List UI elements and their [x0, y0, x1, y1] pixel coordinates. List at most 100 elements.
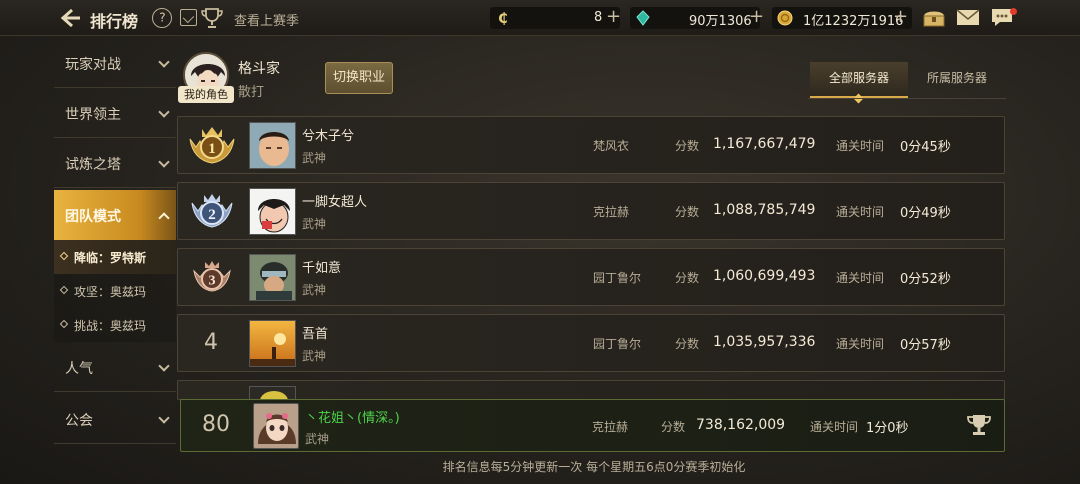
currency-box-gold: 1亿1232万1916: [772, 7, 912, 29]
sidebar-item-label: 玩家对战: [65, 57, 121, 73]
my-character-class: 散打: [238, 85, 265, 100]
sidebar-item-label: 团队模式: [65, 209, 121, 225]
sidebar: 玩家对战 世界领主 试炼之塔 团队模式 降临：罗特斯 攻坚：奥兹玛 挑战：奥兹玛…: [54, 36, 176, 456]
switch-class-button[interactable]: 切换职业: [325, 62, 393, 94]
sidebar-item-team-mode[interactable]: 团队模式: [54, 190, 176, 240]
player-class: 武神: [302, 217, 327, 231]
score-value: 1,060,699,493: [713, 268, 816, 284]
add-gem-button[interactable]: +: [749, 6, 764, 27]
sub-item-label: 攻坚：奥兹玛: [74, 285, 147, 299]
child-photo-icon: [250, 123, 295, 168]
player-avatar[interactable]: [249, 386, 296, 399]
bronze-rank-medal-icon: 3: [193, 261, 231, 292]
table-row[interactable]: 2 一脚女超人 武神 克拉赫 分数 1,088,785,749 通关时间 0分4…: [177, 182, 1005, 240]
server-name: 梵风衣: [593, 139, 630, 153]
calendar-icon[interactable]: [180, 9, 197, 26]
player-name: 吾首: [302, 327, 329, 342]
sidebar-item-label: 公会: [65, 413, 93, 429]
svg-text:₵: ₵: [498, 11, 508, 27]
sidebar-item-label: 世界领主: [65, 107, 121, 123]
sidebar-item-label: 人气: [65, 361, 93, 377]
player-name: 千如意: [302, 261, 342, 276]
doll-portrait-icon: [254, 404, 298, 448]
my-player-avatar[interactable]: [253, 403, 299, 449]
silver-rank-medal-icon: 2: [191, 194, 233, 228]
sidebar-item-pvp[interactable]: 玩家对战: [54, 38, 176, 88]
chest-icon[interactable]: [921, 6, 947, 30]
sidebar-item-world-boss[interactable]: 世界领主: [54, 88, 176, 138]
score-value: 1,035,957,336: [713, 334, 816, 350]
clear-time-value: 0分49秒: [900, 206, 951, 221]
help-icon[interactable]: ?: [147, 3, 177, 33]
my-character-badge: 我的角色: [178, 86, 234, 103]
rank-number: 2: [208, 207, 216, 223]
currency-gold-value: 1亿1232万1916: [803, 14, 904, 29]
score-label: 分数: [675, 205, 700, 219]
clear-time-value: 0分52秒: [900, 272, 951, 287]
clear-time-label: 通关时间: [836, 139, 885, 153]
tab-all-servers[interactable]: 全部服务器: [810, 62, 908, 98]
table-row[interactable]: 4 吾首 武神 园丁鲁尔 分数 1,035,957,336 通关时间 0分57秒: [177, 314, 1005, 372]
top-bar: 排行榜 ? 查看上赛季 ₵ 8 + 90万1306 + 1亿1232万1916 …: [0, 0, 1080, 36]
player-avatar[interactable]: [249, 122, 296, 169]
score-label: 分数: [675, 271, 700, 285]
score-value: 1,088,785,749: [713, 202, 816, 218]
score-value: 1,167,667,479: [713, 136, 816, 152]
clear-time-label: 通关时间: [836, 205, 885, 219]
trophy-icon[interactable]: [200, 7, 224, 29]
tab-divider: [808, 98, 1006, 99]
tab-my-server[interactable]: 所属服务器: [908, 62, 1006, 98]
add-gold-button[interactable]: +: [893, 6, 908, 27]
clear-time-value: 0分45秒: [900, 140, 951, 155]
my-rank-row[interactable]: 80 丶花姐丶(情深。) 武神 克拉赫 分数 738,162,009 通关时间 …: [180, 399, 1005, 452]
diamond-bullet-icon: [59, 251, 69, 261]
sub-item-label: 降临：罗特斯: [74, 251, 147, 265]
sunset-photo-icon: [250, 321, 295, 366]
gold-rank-medal-icon: 1: [189, 127, 235, 164]
clear-time-label: 通关时间: [836, 271, 885, 285]
page-title: 排行榜: [90, 12, 139, 31]
sidebar-item-trial-tower[interactable]: 试炼之塔: [54, 138, 176, 188]
help-label: ?: [159, 10, 166, 25]
clear-time-value: 0分57秒: [900, 338, 951, 353]
rank-number: 1: [208, 141, 216, 157]
sub-item-assault-ozma[interactable]: 攻坚：奥兹玛: [54, 274, 176, 308]
player-avatar[interactable]: [249, 320, 296, 367]
server-name: 园丁鲁尔: [593, 271, 642, 285]
rank-number: 4: [204, 330, 218, 355]
clear-time-label: 通关时间: [810, 420, 859, 434]
sidebar-item-guild[interactable]: 公会: [54, 394, 176, 444]
add-c-button[interactable]: +: [606, 6, 621, 27]
trophy-icon[interactable]: [966, 413, 992, 437]
table-row[interactable]: 1 兮木子兮 武神 梵风衣 分数 1,167,667,479 通关时间 0分45…: [177, 116, 1005, 174]
table-row[interactable]: [177, 380, 1005, 400]
table-row[interactable]: 3 千如意 武神 园丁鲁尔 分数 1,060,699,493 通关时间 0分52…: [177, 248, 1005, 306]
my-rank-number: 80: [202, 412, 230, 437]
update-info-note: 排名信息每5分钟更新一次 每个星期五6点0分赛季初始化: [442, 460, 746, 474]
notification-dot: [1010, 8, 1017, 15]
chevron-down-icon: [158, 156, 170, 168]
my-score-value: 738,162,009: [696, 417, 786, 433]
player-class: 武神: [302, 349, 327, 363]
player-name: 一脚女超人: [302, 195, 368, 210]
back-arrow-icon[interactable]: [60, 7, 82, 29]
player-avatar[interactable]: [249, 254, 296, 301]
my-server-name: 克拉赫: [592, 420, 629, 434]
helmet-photo-icon: [250, 255, 295, 300]
sub-item-challenge-ozma[interactable]: 挑战：奥兹玛: [54, 308, 176, 342]
coin-c-icon: ₵: [498, 11, 508, 27]
score-label: 分数: [675, 139, 700, 153]
mail-icon[interactable]: [956, 6, 980, 28]
sidebar-item-popularity[interactable]: 人气: [54, 342, 176, 392]
currency-box-c: ₵ 8: [490, 7, 620, 29]
player-avatar[interactable]: [249, 188, 296, 235]
diamond-bullet-icon: [59, 319, 69, 329]
last-season-link[interactable]: 查看上赛季: [234, 10, 299, 29]
sub-item-label: 挑战：奥兹玛: [74, 319, 147, 333]
player-class: 武神: [302, 283, 327, 297]
sub-item-descend-rotus[interactable]: 降临：罗特斯: [54, 240, 176, 274]
chevron-up-icon: [158, 212, 170, 224]
my-clear-time-value: 1分0秒: [866, 421, 909, 436]
my-player-name: 丶花姐丶(情深。): [305, 411, 400, 426]
currency-gem-value: 90万1306: [689, 14, 752, 29]
